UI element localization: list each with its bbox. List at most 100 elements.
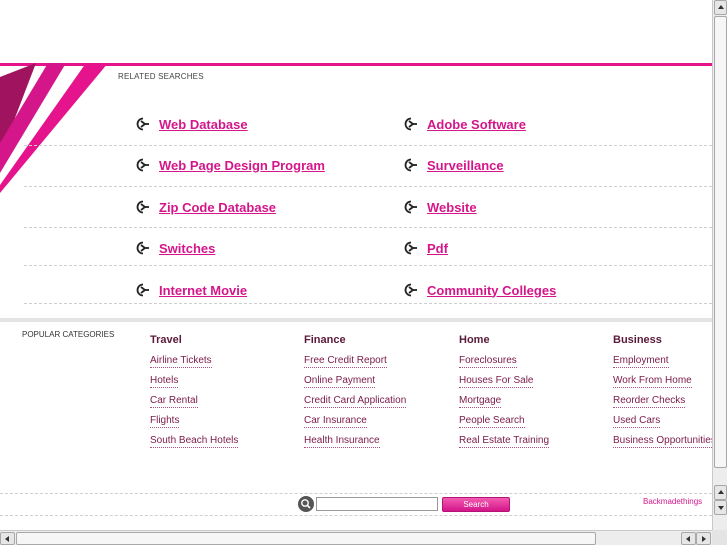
list-item: Employment xyxy=(613,350,716,370)
category-link[interactable]: Car Rental xyxy=(150,395,198,408)
header-stripes-decoration xyxy=(0,63,120,193)
arrow-right-circle-icon xyxy=(404,200,417,214)
category-link[interactable]: Credit Card Application xyxy=(304,395,407,408)
list-item: Work From Home xyxy=(613,370,716,390)
list-item: Flights xyxy=(150,410,238,430)
arrow-up-icon xyxy=(718,490,724,494)
list-item: People Search xyxy=(459,410,549,430)
category-link[interactable]: Flights xyxy=(150,415,180,428)
arrow-right-circle-icon xyxy=(136,158,149,172)
list-item: Car Insurance xyxy=(304,410,406,430)
footer-separator xyxy=(0,493,712,494)
scroll-right-button[interactable] xyxy=(696,532,711,545)
row-separator xyxy=(24,145,712,146)
related-link-text[interactable]: Adobe Software xyxy=(427,117,526,132)
category-link[interactable]: Hotels xyxy=(150,375,179,388)
scrollbar-corner xyxy=(712,530,727,545)
category-link[interactable]: People Search xyxy=(459,415,525,428)
footer-separator xyxy=(0,515,712,516)
category-link[interactable]: Houses For Sale xyxy=(459,375,534,388)
category-link[interactable]: South Beach Hotels xyxy=(150,435,239,448)
list-item: Free Credit Report xyxy=(304,350,406,370)
related-link-text[interactable]: Zip Code Database xyxy=(159,200,276,215)
category-heading: Travel xyxy=(150,334,182,346)
related-link-text[interactable]: Web Page Design Program xyxy=(159,158,325,173)
list-item: Business Opportunities xyxy=(613,430,716,450)
scroll-up-button[interactable] xyxy=(714,485,727,500)
category-link[interactable]: Reorder Checks xyxy=(613,395,686,408)
category-link[interactable]: Work From Home xyxy=(613,375,692,388)
category-link[interactable]: Foreclosures xyxy=(459,355,517,368)
related-link-text[interactable]: Internet Movie xyxy=(159,283,247,298)
related-link[interactable]: Switches xyxy=(136,238,215,258)
search-input[interactable] xyxy=(316,497,438,511)
related-link[interactable]: Website xyxy=(404,197,477,217)
vertical-scroll-thumb[interactable] xyxy=(714,16,727,468)
related-link-text[interactable]: Surveillance xyxy=(427,158,504,173)
category-link[interactable]: Business Opportunities xyxy=(613,435,716,448)
category-column: Home Foreclosures Houses For Sale Mortgage P… xyxy=(459,334,550,450)
category-link[interactable]: Free Credit Report xyxy=(304,355,387,368)
list-item: Airline Tickets xyxy=(150,350,238,370)
category-heading: Business xyxy=(613,334,662,346)
arrow-right-circle-icon xyxy=(404,117,417,131)
arrow-right-circle-icon xyxy=(136,283,149,297)
category-link[interactable]: Employment xyxy=(613,355,669,368)
related-link-text[interactable]: Pdf xyxy=(427,241,448,256)
row-separator xyxy=(24,227,712,228)
category-link[interactable]: Mortgage xyxy=(459,395,502,408)
vertical-scrollbar[interactable] xyxy=(712,0,727,530)
list-item: Online Payment xyxy=(304,370,406,390)
arrow-right-circle-icon xyxy=(404,283,417,297)
category-link[interactable]: Health Insurance xyxy=(304,435,380,448)
row-separator xyxy=(24,186,712,187)
related-link[interactable]: Web Page Design Program xyxy=(136,155,325,175)
search-button[interactable]: Search xyxy=(442,497,510,512)
section-divider xyxy=(0,318,712,322)
list-item: Car Rental xyxy=(150,390,238,410)
category-link[interactable]: Online Payment xyxy=(304,375,376,388)
list-item: Hotels xyxy=(150,370,238,390)
category-link[interactable]: Airline Tickets xyxy=(150,355,212,368)
arrow-right-icon xyxy=(702,536,706,542)
scroll-down-button[interactable] xyxy=(714,500,727,515)
category-heading: Home xyxy=(459,334,490,346)
related-link-text[interactable]: Website xyxy=(427,200,477,215)
related-link-text[interactable]: Community Colleges xyxy=(427,283,556,298)
scroll-up-button[interactable] xyxy=(714,0,727,15)
list-item: Real Estate Training xyxy=(459,430,550,450)
arrow-right-circle-icon xyxy=(136,117,149,131)
horizontal-scroll-thumb[interactable] xyxy=(16,532,596,545)
category-link[interactable]: Car Insurance xyxy=(304,415,367,428)
scroll-left-button[interactable] xyxy=(0,532,15,545)
arrow-right-circle-icon xyxy=(404,241,417,255)
row-separator xyxy=(24,303,712,304)
category-link[interactable]: Real Estate Training xyxy=(459,435,550,448)
list-item: Houses For Sale xyxy=(459,370,549,390)
footer-backlink[interactable]: Backmadethings xyxy=(643,497,702,506)
related-searches-title: RELATED SEARCHES xyxy=(118,72,204,81)
list-item: Health Insurance xyxy=(304,430,406,450)
horizontal-scrollbar[interactable] xyxy=(0,530,712,545)
list-item: Used Cars xyxy=(613,410,716,430)
scroll-left-button[interactable] xyxy=(681,532,696,545)
related-link[interactable]: Adobe Software xyxy=(404,114,526,134)
related-link-text[interactable]: Web Database xyxy=(159,117,248,132)
related-link[interactable]: Web Database xyxy=(136,114,248,134)
related-link[interactable]: Pdf xyxy=(404,238,448,258)
related-link-text[interactable]: Switches xyxy=(159,241,215,256)
list-item: South Beach Hotels xyxy=(150,430,239,450)
arrow-right-circle-icon xyxy=(136,241,149,255)
row-separator xyxy=(24,265,712,266)
popular-categories-title: POPULAR CATEGORIES xyxy=(22,330,115,339)
category-column: Finance Free Credit Report Online Payment C… xyxy=(304,334,407,450)
arrow-up-icon xyxy=(718,5,724,9)
category-link[interactable]: Used Cars xyxy=(613,415,661,428)
related-link[interactable]: Surveillance xyxy=(404,155,504,175)
list-item: Reorder Checks xyxy=(613,390,716,410)
related-link[interactable]: Zip Code Database xyxy=(136,197,276,217)
arrow-left-icon xyxy=(5,536,9,542)
related-link[interactable]: Internet Movie xyxy=(136,280,247,300)
related-link[interactable]: Community Colleges xyxy=(404,280,556,300)
category-heading: Finance xyxy=(304,334,346,346)
